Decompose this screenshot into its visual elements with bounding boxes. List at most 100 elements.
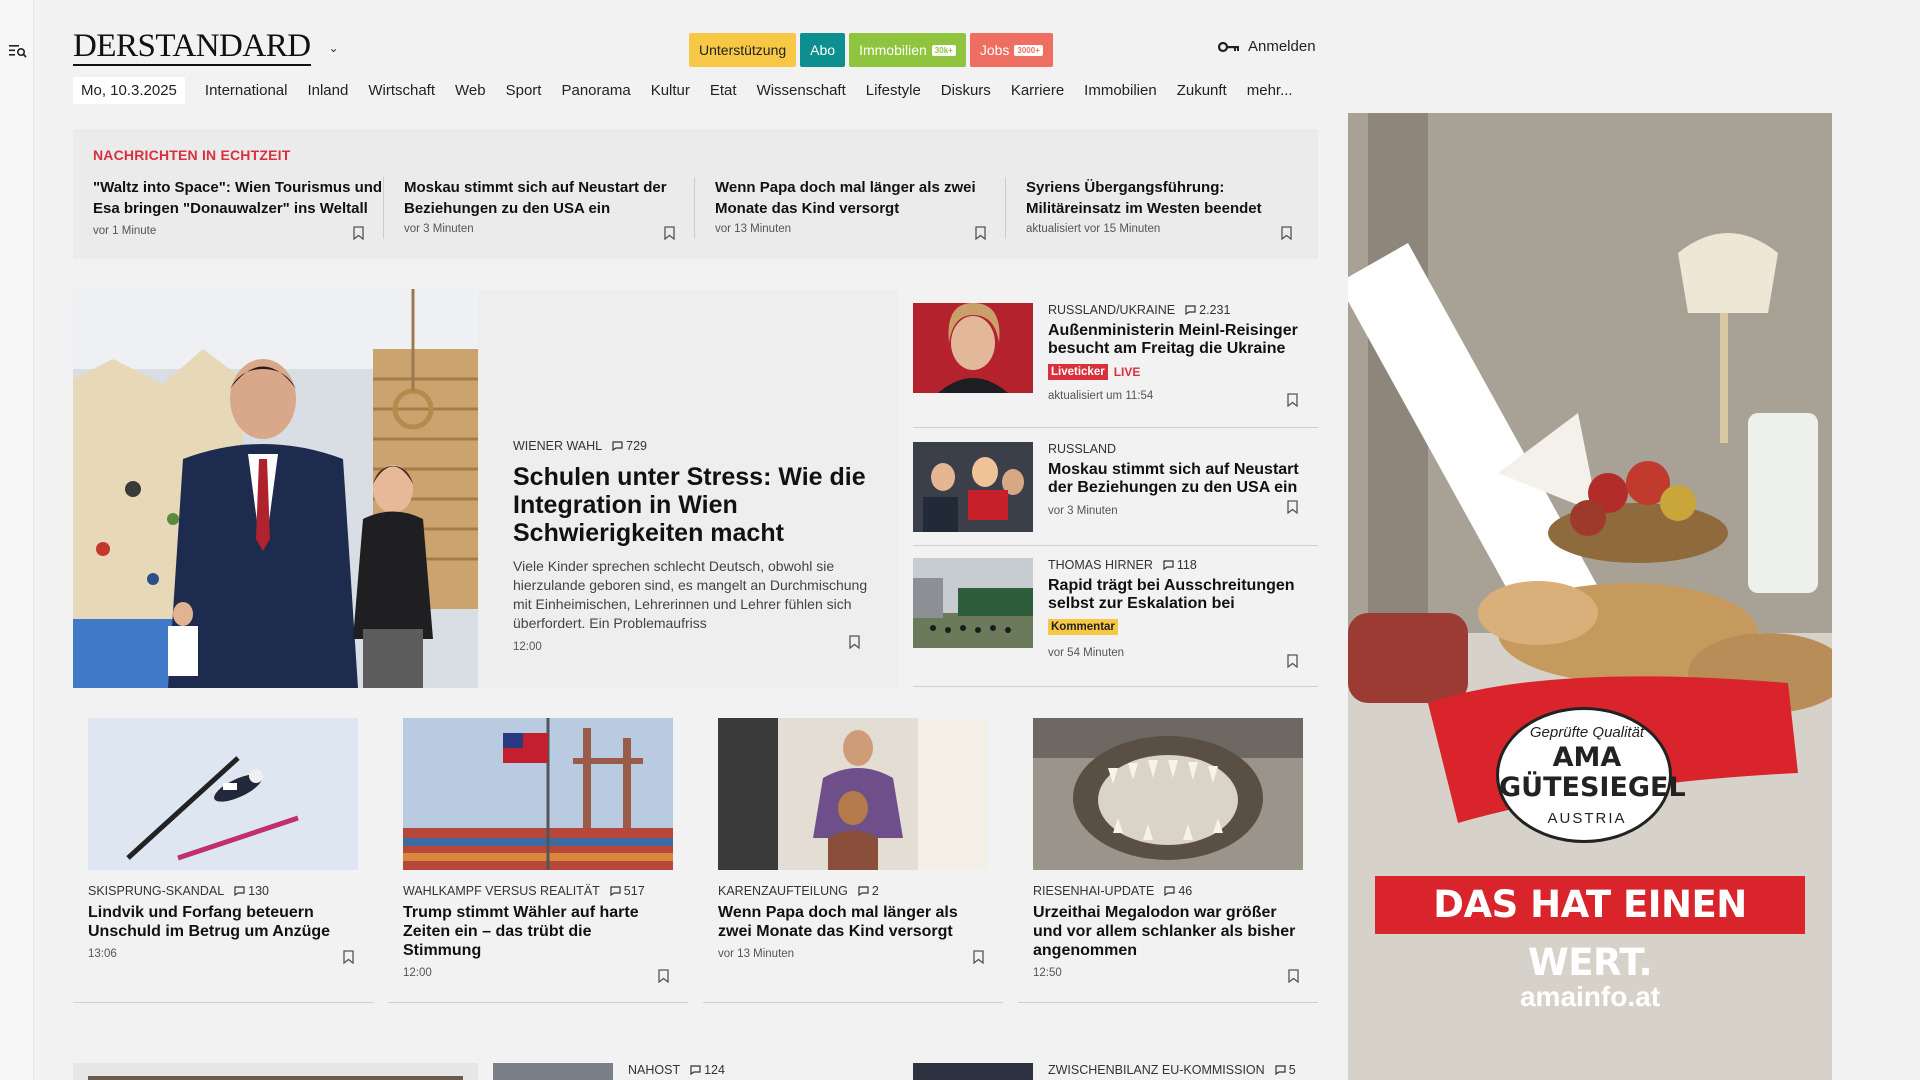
menu-search-icon[interactable] (9, 43, 27, 59)
comment-count[interactable]: 2 (858, 884, 879, 898)
article-thumbnail[interactable] (913, 558, 1033, 648)
bookmark-icon[interactable] (353, 226, 364, 240)
card-time: 12:50 (1033, 967, 1062, 979)
card-time: 12:00 (403, 967, 432, 979)
live-badge: LIVE (1113, 365, 1141, 379)
bookmark-icon[interactable] (658, 969, 669, 983)
article-card-peek[interactable] (73, 1063, 478, 1080)
bookmark-icon[interactable] (1288, 969, 1299, 983)
nav-item-wirtschaft[interactable]: Wirtschaft (368, 82, 435, 99)
comment-count[interactable]: 2.231 (1185, 303, 1230, 317)
ticker-item-time: aktualisiert vor 15 Minuten (1026, 223, 1161, 235)
comment-icon (858, 886, 869, 896)
bookmark-icon[interactable] (975, 226, 986, 240)
ticker-item[interactable]: "Waltz into Space": Wien Tourismus und E… (93, 177, 383, 242)
card-text: Skisprung-Skandal 130 Lindvik und Forfan… (88, 884, 358, 960)
nav-item-wissenschaft[interactable]: Wissenschaft (757, 82, 846, 99)
comment-count[interactable]: 46 (1164, 884, 1192, 898)
comment-icon (234, 886, 245, 896)
bookmark-icon[interactable] (664, 226, 675, 240)
side-article[interactable]: Thomas Hirner 118 Rapid trägt bei Aussch… (913, 546, 1318, 687)
nav-item-web[interactable]: Web (455, 82, 486, 99)
card-title[interactable]: Urzeithai Megalodon war größer und vor a… (1033, 903, 1303, 960)
nav-item-kultur[interactable]: Kultur (651, 82, 690, 99)
side-title[interactable]: Rapid trägt bei Ausschreitungen selbst z… (1048, 577, 1310, 613)
advertisement[interactable]: Geprüfte Qualität AMA GÜTESIEGEL AUSTRIA… (1348, 113, 1832, 1080)
nav-item-karriere[interactable]: Karriere (1011, 82, 1064, 99)
jobs-button[interactable]: Jobs 3000+ (969, 33, 1053, 67)
card-kicker: Wahlkampf versus Realität 517 (403, 884, 673, 898)
bookmark-icon[interactable] (1287, 393, 1298, 407)
side-article-text: Thomas Hirner 118 Rapid trägt bei Aussch… (1048, 558, 1310, 659)
bookmark-icon[interactable] (1287, 500, 1298, 514)
support-button[interactable]: Unterstützung (689, 33, 797, 67)
card-text: Karenzaufteilung 2 Wenn Papa doch mal lä… (718, 884, 988, 960)
ad-url[interactable]: amainfo.at (1348, 981, 1832, 1013)
article-card[interactable]: Skisprung-Skandal 130 Lindvik und Forfan… (73, 718, 373, 1003)
article-card[interactable]: Riesenhai-Update 46 Urzeithai Megalodon … (1018, 718, 1318, 1003)
nav-item-diskurs[interactable]: Diskurs (941, 82, 991, 99)
key-icon (1218, 41, 1239, 52)
article-image[interactable] (88, 718, 358, 870)
kicker-label: Russland (1048, 442, 1117, 456)
article-thumbnail[interactable] (913, 303, 1033, 393)
nav-item-sport[interactable]: Sport (506, 82, 542, 99)
article-card-peek[interactable]: Zwischenbilanz EU-Kommission 5 (1048, 1063, 1296, 1077)
immobilien-button[interactable]: Immobilien 30k+ (849, 33, 966, 67)
article-card[interactable]: Karenzaufteilung 2 Wenn Papa doch mal lä… (703, 718, 1003, 1003)
nav-item-inland[interactable]: Inland (307, 82, 348, 99)
bookmark-icon[interactable] (1287, 654, 1298, 668)
article-card-peek[interactable]: Nahost 124 (628, 1063, 725, 1077)
bookmark-icon[interactable] (1281, 226, 1292, 240)
bookmark-icon[interactable] (343, 950, 354, 964)
nav-item-zukunft[interactable]: Zukunft (1177, 82, 1227, 99)
ticker-item[interactable]: Wenn Papa doch mal länger als zwei Monat… (715, 177, 1005, 240)
bookmark-icon[interactable] (973, 950, 984, 964)
nav-item-immobilien[interactable]: Immobilien (1084, 82, 1157, 99)
abo-button[interactable]: Abo (800, 33, 846, 67)
nav-item-etat[interactable]: Etat (710, 82, 737, 99)
hero-title[interactable]: Schulen unter Stress: Wie die Integratio… (513, 463, 873, 547)
article-thumbnail[interactable] (913, 1063, 1033, 1080)
comment-count[interactable]: 124 (690, 1063, 725, 1077)
comment-count-value: 46 (1178, 884, 1193, 898)
article-card[interactable]: Wahlkampf versus Realität 517 Trump stim… (388, 718, 688, 1003)
article-image[interactable] (1033, 718, 1303, 870)
card-title[interactable]: Trump stimmt Wähler auf harte Zeiten ein… (403, 903, 673, 960)
left-rail (0, 0, 34, 1080)
ticker-item[interactable]: Syriens Übergangsführung: Militäreinsatz… (1026, 177, 1316, 240)
nav-item-more[interactable]: mehr... (1247, 82, 1293, 99)
article-image[interactable] (403, 718, 673, 870)
ticker-item[interactable]: Moskau stimmt sich auf Neustart der Bezi… (404, 177, 694, 240)
side-kicker: Russland (1048, 442, 1310, 456)
hero-image[interactable] (73, 289, 478, 688)
main-nav: Mo, 10.3.2025 International Inland Wirts… (73, 77, 1313, 104)
ticker-item-time: vor 1 Minute (93, 225, 157, 237)
login-button[interactable]: Anmelden (1218, 38, 1316, 55)
card-title[interactable]: Lindvik und Forfang beteuern Unschuld im… (88, 903, 358, 941)
site-logo[interactable]: DERSTANDARD ⌄ (73, 28, 339, 68)
article-image[interactable] (718, 718, 988, 870)
bookmark-icon[interactable] (849, 635, 860, 649)
nav-item-lifestyle[interactable]: Lifestyle (866, 82, 921, 99)
side-title[interactable]: Außenministerin Meinl-Reisinger besucht … (1048, 322, 1310, 358)
comment-count[interactable]: 118 (1163, 558, 1197, 572)
side-article[interactable]: Russland Moskau stimmt sich auf Neustart… (913, 428, 1318, 546)
side-title[interactable]: Moskau stimmt sich auf Neustart der Bezi… (1048, 461, 1310, 497)
chevron-down-icon[interactable]: ⌄ (329, 41, 339, 55)
comment-count[interactable]: 130 (234, 884, 269, 898)
nav-item-panorama[interactable]: Panorama (561, 82, 630, 99)
nav-item-international[interactable]: International (205, 82, 288, 99)
hero-article[interactable]: Wiener Wahl 729 Schulen unter Stress: Wi… (73, 289, 898, 688)
article-thumbnail[interactable] (493, 1063, 613, 1080)
side-article-text: Russland/Ukraine 2.231 Außenministerin M… (1048, 303, 1310, 402)
kicker-label: Russland/Ukraine (1048, 303, 1176, 317)
article-thumbnail[interactable] (913, 442, 1033, 532)
card-title[interactable]: Wenn Papa doch mal länger als zwei Monat… (718, 903, 988, 941)
comment-count-value: 2 (871, 884, 879, 898)
abo-label: Abo (810, 42, 836, 58)
comment-count[interactable]: 729 (612, 439, 647, 453)
comment-count[interactable]: 5 (1275, 1063, 1296, 1077)
side-article[interactable]: Russland/Ukraine 2.231 Außenministerin M… (913, 289, 1318, 428)
comment-count[interactable]: 517 (610, 884, 645, 898)
